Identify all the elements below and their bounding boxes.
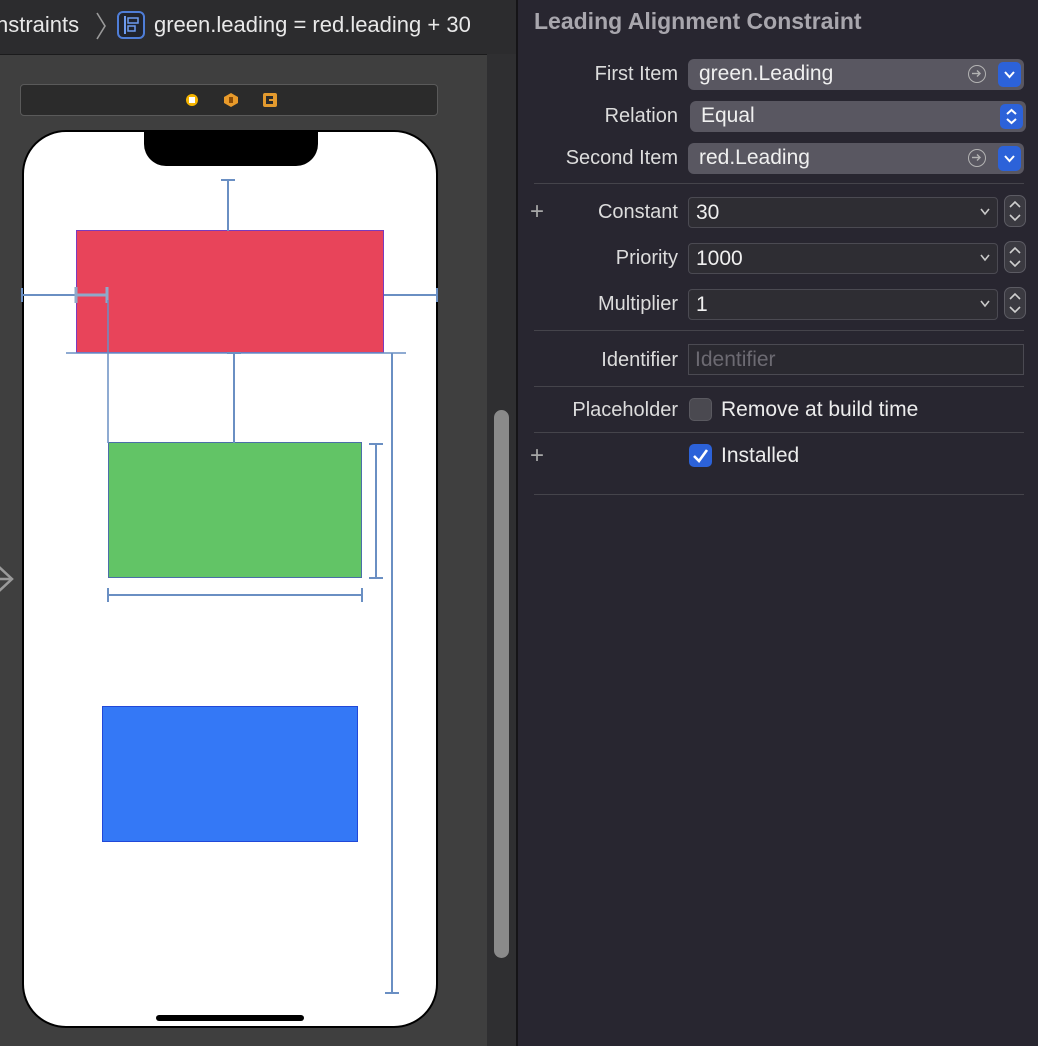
multiplier-value: 1 [696, 293, 708, 316]
multiplier-field[interactable]: 1 [688, 289, 998, 320]
jump-bar: nstraints green.leading = red.leading + … [0, 0, 516, 55]
divider [534, 330, 1024, 331]
chevron-down-icon[interactable] [979, 252, 991, 264]
divider [534, 494, 1024, 495]
relation-value: Equal [701, 104, 755, 127]
identifier-label: Identifier [601, 349, 678, 371]
constraint-lines [21, 179, 438, 994]
go-to-item-icon[interactable] [968, 65, 986, 83]
second-item-value: red.Leading [699, 146, 810, 169]
second-item-label: Second Item [565, 147, 678, 169]
red-leading-constraint[interactable] [21, 288, 77, 302]
identifier-placeholder: Identifier [695, 348, 776, 371]
constant-field[interactable]: 30 [688, 197, 998, 228]
chevron-down-icon[interactable] [998, 62, 1021, 87]
constant-label: Constant [597, 201, 678, 223]
red-top-constraint[interactable] [221, 179, 235, 231]
inspector-title: Leading Alignment Constraint [534, 8, 862, 34]
first-item-popup[interactable]: green.Leading [688, 59, 1024, 90]
chevron-down-icon[interactable] [979, 298, 991, 310]
remove-at-build-time-checkbox[interactable] [689, 398, 712, 421]
priority-value: 1000 [696, 247, 743, 270]
priority-field[interactable]: 1000 [688, 243, 998, 274]
remove-at-build-time-label[interactable]: Remove at build time [721, 398, 918, 422]
canvas-pane[interactable]: nstraints green.leading = red.leading + … [0, 0, 516, 1046]
attributes-inspector: Leading Alignment Constraint First Item … [516, 0, 1038, 1046]
divider [534, 432, 1024, 433]
checkmark-icon [693, 449, 709, 463]
relation-label: Relation [604, 105, 678, 127]
jump-bar-current-item[interactable]: green.leading = red.leading + 30 [154, 12, 471, 38]
installed-checkbox[interactable] [689, 444, 712, 467]
selected-leading-constraint[interactable] [74, 287, 109, 303]
priority-label: Priority [615, 247, 678, 269]
green-width-constraint[interactable] [107, 588, 363, 602]
leading-alignment-constraint-icon [117, 11, 145, 39]
identifier-field[interactable]: Identifier [688, 344, 1024, 375]
relation-popup[interactable]: Equal [690, 101, 1026, 132]
multiplier-label: Multiplier [597, 293, 678, 315]
add-installed-variation-button[interactable]: + [530, 444, 544, 468]
second-item-popup[interactable]: red.Leading [688, 143, 1024, 174]
jump-bar-parent-item[interactable]: nstraints [0, 12, 79, 38]
red-bottom-constraint[interactable] [385, 353, 399, 994]
multiplier-stepper[interactable] [1004, 287, 1026, 319]
green-height-constraint[interactable] [369, 443, 383, 579]
up-down-chevron-icon[interactable] [1000, 104, 1023, 129]
add-variation-button[interactable]: + [530, 200, 544, 224]
go-to-item-icon[interactable] [968, 149, 986, 167]
green-top-constraint[interactable] [227, 352, 241, 443]
divider [534, 183, 1024, 184]
first-item-value: green.Leading [699, 62, 834, 85]
chevron-down-icon[interactable] [979, 206, 991, 218]
placeholder-label: Placeholder [572, 399, 678, 421]
chevron-right-icon [96, 12, 106, 40]
priority-stepper[interactable] [1004, 241, 1026, 273]
installed-label[interactable]: Installed [721, 444, 799, 468]
constant-value: 30 [696, 201, 720, 224]
chevron-down-icon[interactable] [998, 146, 1021, 171]
first-item-label: First Item [594, 63, 678, 85]
red-trailing-constraint[interactable] [384, 288, 438, 302]
divider [534, 386, 1024, 387]
constant-stepper[interactable] [1004, 195, 1026, 227]
